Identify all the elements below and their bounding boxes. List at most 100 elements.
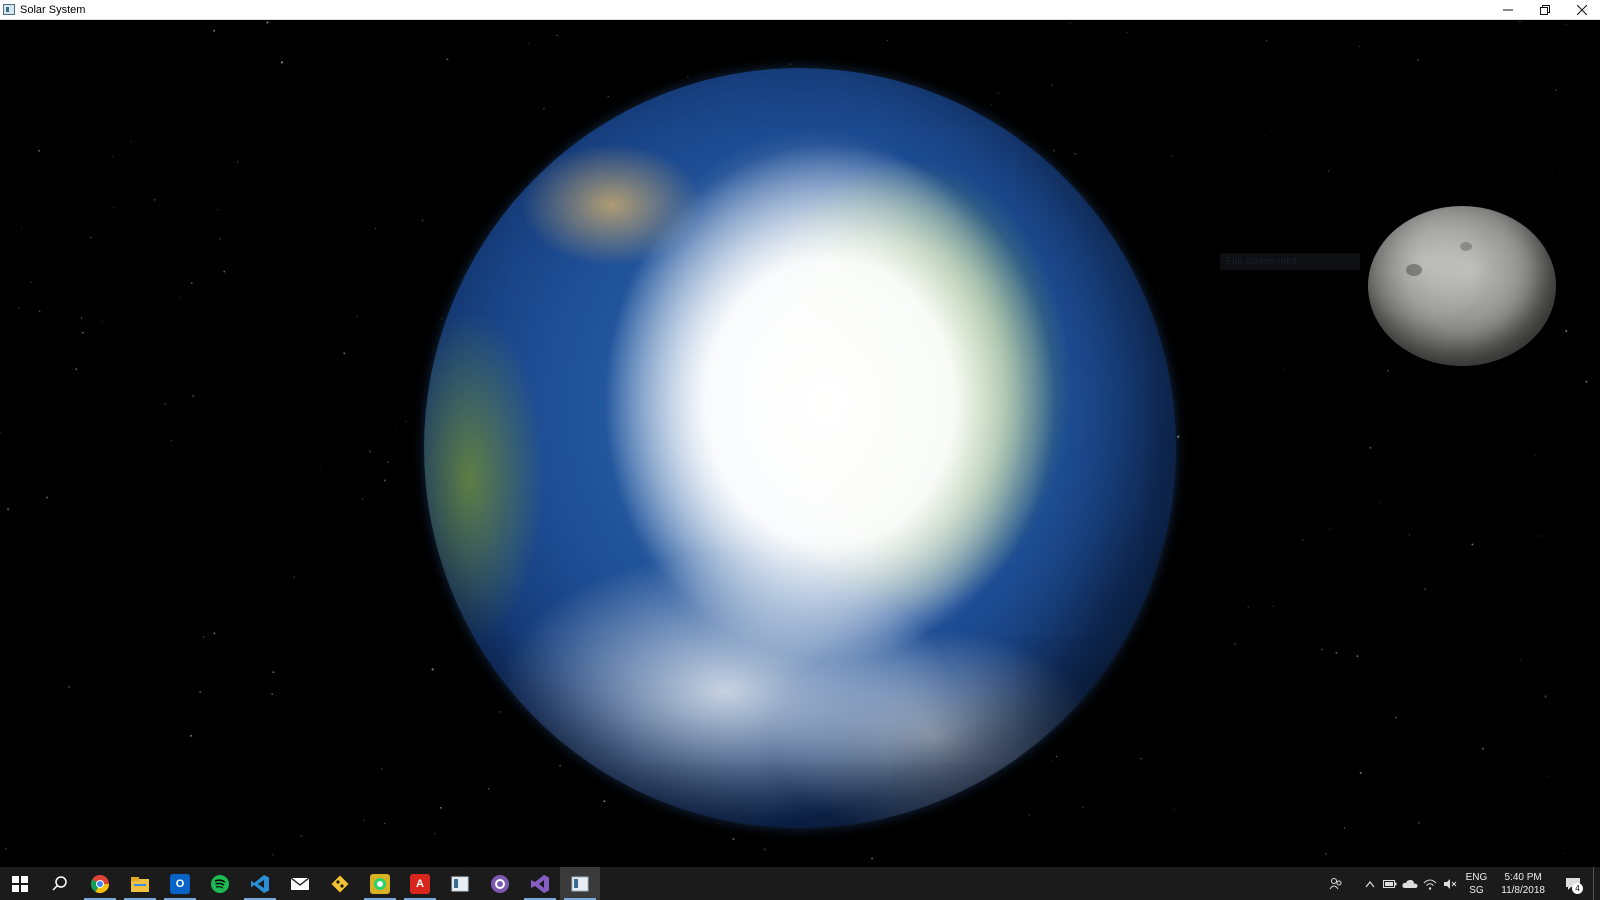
outlook-icon: O (170, 873, 190, 894)
windows-start-icon (12, 875, 28, 892)
chrome-icon (90, 874, 109, 893)
onedrive-cloud-icon[interactable] (1400, 867, 1420, 900)
acrobat-icon: A (410, 873, 430, 894)
star (1265, 40, 1268, 42)
restore-button[interactable] (1526, 0, 1563, 19)
taskbar-vscode[interactable] (240, 867, 280, 900)
restore-icon (1539, 4, 1550, 15)
solar-system-viewport[interactable]: Full screen orbit (0, 20, 1600, 867)
taskbar-git[interactable] (320, 867, 360, 900)
star (990, 103, 992, 105)
star (21, 227, 22, 229)
star (223, 270, 226, 273)
star (82, 331, 84, 334)
star (1565, 23, 1567, 25)
star (1053, 149, 1056, 152)
star (1126, 31, 1128, 33)
earth-globe[interactable] (424, 68, 1176, 828)
system-tray: ENG SG 5:40 PM 11/8/2018 4 (1326, 867, 1600, 900)
star (213, 29, 215, 32)
clock-time: 5:40 PM (1504, 871, 1542, 883)
battery-icon[interactable] (1380, 867, 1400, 900)
star (1548, 776, 1550, 778)
star (202, 635, 205, 639)
taskbar-app-window[interactable] (440, 867, 480, 900)
star (1471, 543, 1474, 546)
clock[interactable]: 5:40 PM 11/8/2018 (1501, 871, 1545, 897)
star (1565, 330, 1568, 332)
window-controls (1489, 0, 1600, 19)
taskbar-solar-system-app[interactable] (560, 867, 600, 900)
minimize-button[interactable] (1489, 0, 1526, 19)
wifi-icon[interactable] (1420, 867, 1440, 900)
faint-overlay-label: Full screen orbit (1220, 253, 1360, 270)
close-button[interactable] (1563, 0, 1600, 19)
star (1519, 20, 1521, 23)
star (1302, 539, 1305, 542)
star (1418, 822, 1420, 824)
star (405, 421, 407, 423)
star (499, 711, 501, 713)
search-icon (52, 875, 67, 891)
star (1264, 135, 1266, 137)
taskbar-spotify[interactable] (200, 867, 240, 900)
taskbar-whatsapp[interactable] (360, 867, 400, 900)
star (236, 161, 239, 163)
star (1055, 755, 1058, 758)
app-window-icon (451, 876, 469, 891)
star (789, 63, 792, 65)
star (1585, 380, 1588, 383)
star (559, 764, 562, 767)
star (38, 149, 40, 152)
star (1177, 435, 1180, 438)
star (123, 765, 124, 767)
star (1173, 808, 1175, 810)
star (190, 734, 193, 737)
star (1558, 170, 1560, 171)
star (266, 21, 269, 24)
star (271, 854, 274, 856)
star (272, 671, 275, 674)
people-icon[interactable] (1326, 867, 1346, 900)
star (1387, 370, 1389, 372)
title-bar: Solar System (0, 0, 1600, 20)
star (1554, 89, 1557, 92)
star (1544, 695, 1547, 698)
star (1029, 814, 1030, 816)
star (130, 141, 132, 143)
taskbar-github-desktop[interactable] (480, 867, 520, 900)
star (431, 668, 434, 671)
volume-muted-icon[interactable] (1440, 867, 1460, 900)
action-center-button[interactable]: 4 (1553, 867, 1593, 900)
taskbar-outlook[interactable]: O (160, 867, 200, 900)
show-desktop-button[interactable] (1593, 867, 1600, 900)
star (384, 479, 386, 482)
star (374, 227, 377, 230)
star (1051, 84, 1053, 86)
taskbar-mail[interactable] (280, 867, 320, 900)
star (687, 76, 689, 78)
star (487, 787, 490, 790)
search-button[interactable] (40, 867, 80, 900)
taskbar-visual-studio[interactable] (520, 867, 560, 900)
input-language-indicator[interactable]: ENG SG (1466, 871, 1488, 897)
star (1074, 152, 1076, 155)
star (1046, 26, 1048, 27)
star (199, 690, 202, 694)
moon-sphere[interactable] (1368, 206, 1556, 366)
star (216, 208, 219, 211)
solar-system-app-icon (571, 876, 589, 891)
star (112, 156, 114, 158)
start-button[interactable] (0, 867, 40, 900)
star (219, 237, 221, 240)
star (368, 450, 372, 453)
show-hidden-icons-chevron-icon[interactable] (1360, 867, 1380, 900)
star (153, 198, 156, 201)
star (381, 768, 383, 770)
taskbar-chrome[interactable] (80, 867, 120, 900)
app-window-icon (3, 4, 15, 15)
star (1482, 747, 1484, 750)
taskbar-file-explorer[interactable] (120, 867, 160, 900)
taskbar-acrobat[interactable]: A (400, 867, 440, 900)
language-code: ENG (1465, 871, 1488, 883)
